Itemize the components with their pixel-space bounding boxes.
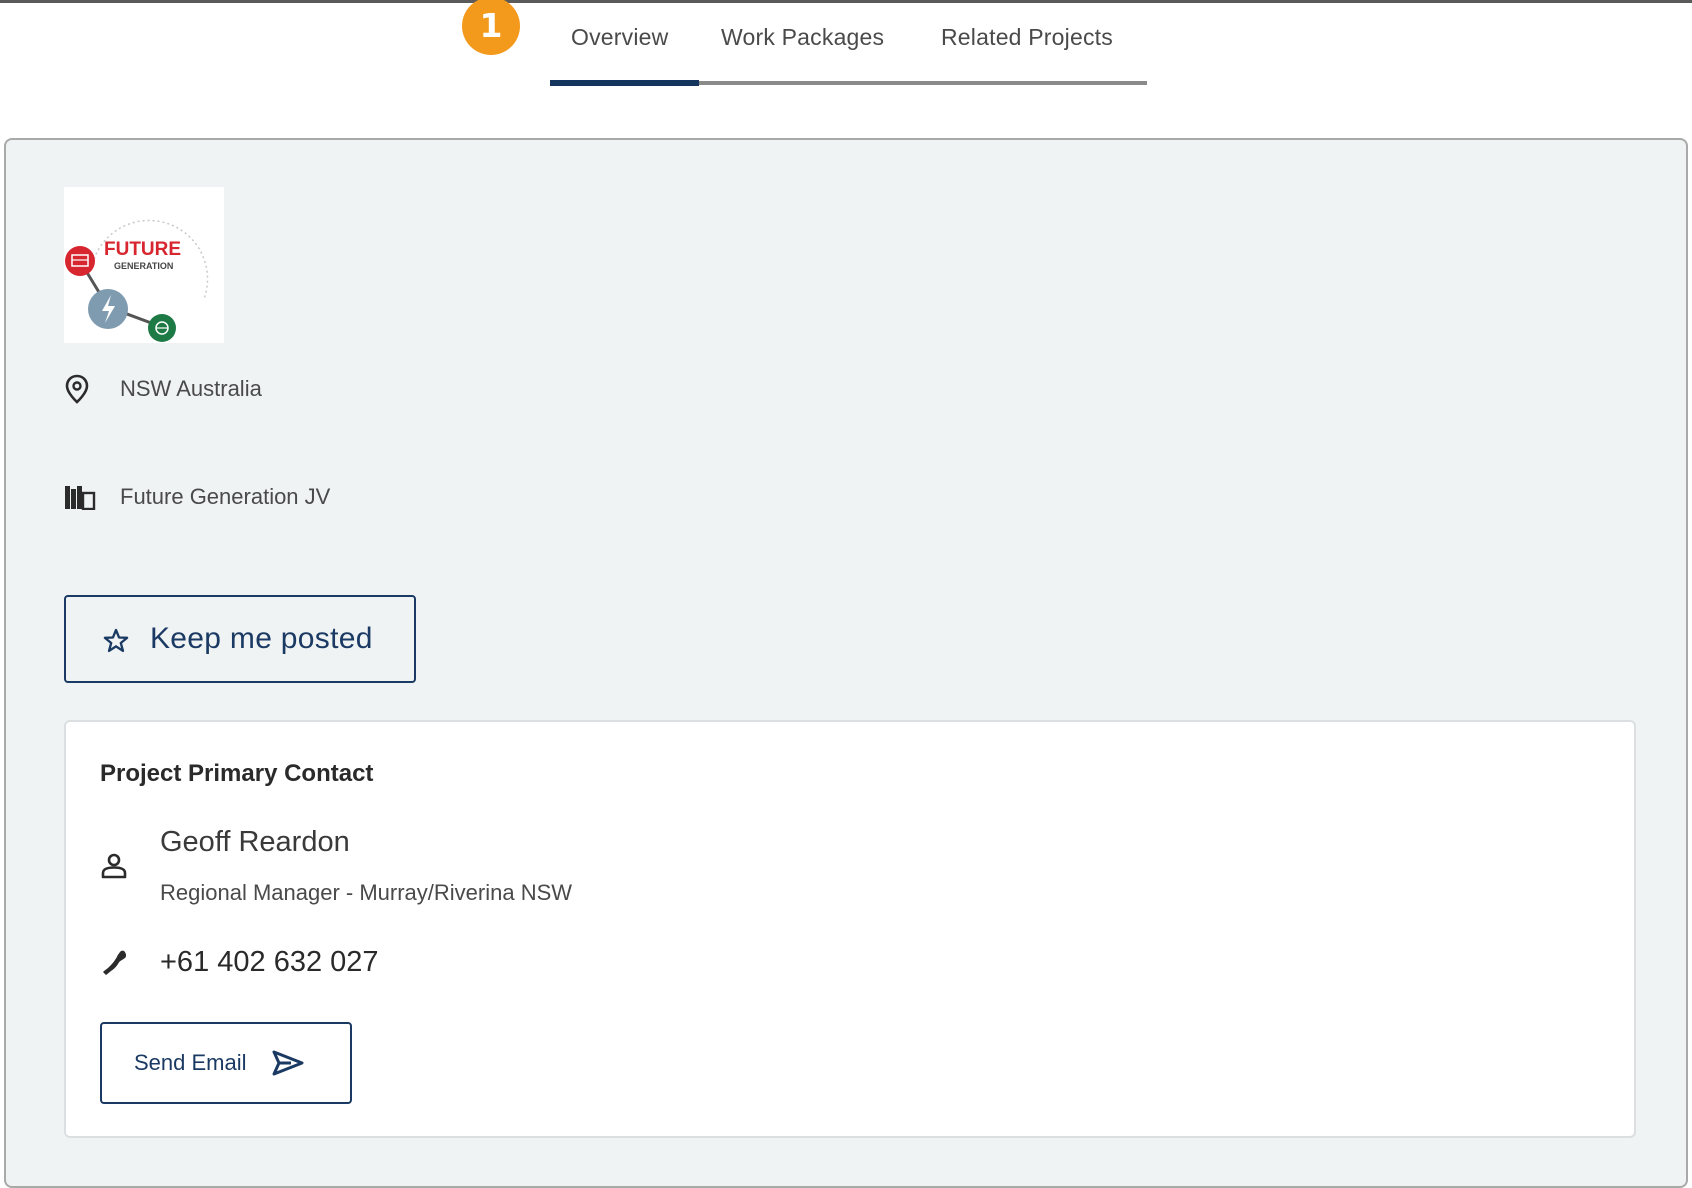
primary-contact-card: Project Primary Contact Geoff Reardon Re…	[64, 720, 1636, 1138]
person-icon	[100, 852, 128, 885]
location-text: NSW Australia	[120, 376, 262, 401]
map-pin-icon	[64, 374, 102, 404]
annotation-badge-1: 1	[462, 0, 520, 55]
tab-bar: Overview Work Packages Related Projects	[550, 16, 1147, 88]
project-logo: FUTURE GENERATION	[64, 187, 224, 343]
contact-heading: Project Primary Contact	[100, 760, 374, 787]
star-outline-icon	[102, 627, 130, 660]
organisation-text: Future Generation JV	[120, 484, 331, 509]
tab-related-projects[interactable]: Related Projects	[941, 24, 1113, 51]
tab-work-packages[interactable]: Work Packages	[721, 24, 884, 51]
contact-role: Regional Manager - Murray/Riverina NSW	[160, 880, 573, 905]
top-border	[0, 0, 1692, 3]
svg-text:GENERATION: GENERATION	[114, 261, 173, 271]
keep-me-posted-label: Keep me posted	[150, 622, 373, 655]
keep-me-posted-button[interactable]: Keep me posted	[64, 595, 416, 683]
tab-overview[interactable]: Overview	[571, 24, 668, 51]
contact-phone[interactable]: +61 402 632 027	[160, 946, 379, 979]
send-email-label: Send Email	[134, 1050, 247, 1075]
phone-icon	[100, 948, 130, 983]
send-email-button[interactable]: Send Email	[100, 1022, 352, 1104]
building-icon	[64, 484, 102, 510]
send-icon	[271, 1049, 305, 1077]
project-panel: FUTURE GENERATION NSW Australia Future G…	[4, 138, 1688, 1188]
svg-text:FUTURE: FUTURE	[104, 239, 181, 260]
contact-name: Geoff Reardon	[160, 826, 350, 858]
project-location: NSW Australia	[64, 374, 262, 404]
tab-active-indicator	[550, 80, 699, 86]
project-organisation: Future Generation JV	[64, 484, 330, 510]
